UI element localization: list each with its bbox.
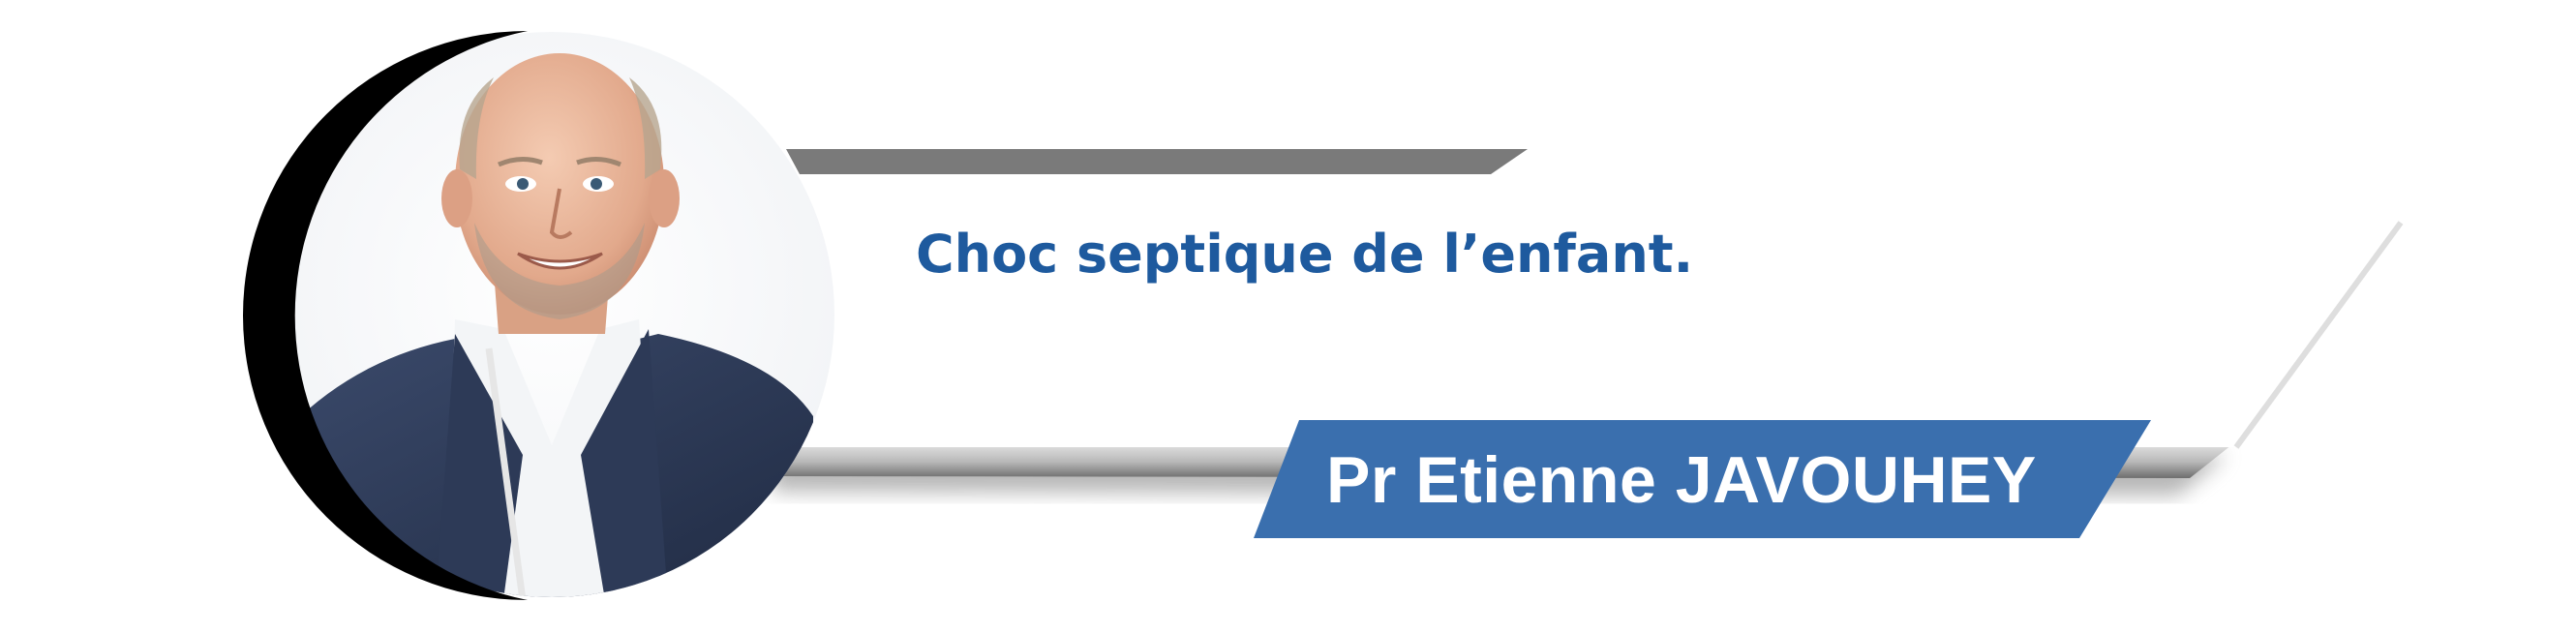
card-body bbox=[765, 145, 2401, 447]
talk-title: Choc septique de l’enfant. bbox=[916, 224, 1694, 285]
speaker-name: Pr Etienne JAVOUHEY bbox=[1326, 443, 2037, 517]
top-accent-bar bbox=[786, 149, 1528, 174]
speaker-banner: Choc septique de l’enfant. Pr Etienne JA… bbox=[0, 0, 2576, 633]
portrait-photo bbox=[243, 31, 834, 600]
banner-graphics bbox=[243, 31, 2404, 600]
